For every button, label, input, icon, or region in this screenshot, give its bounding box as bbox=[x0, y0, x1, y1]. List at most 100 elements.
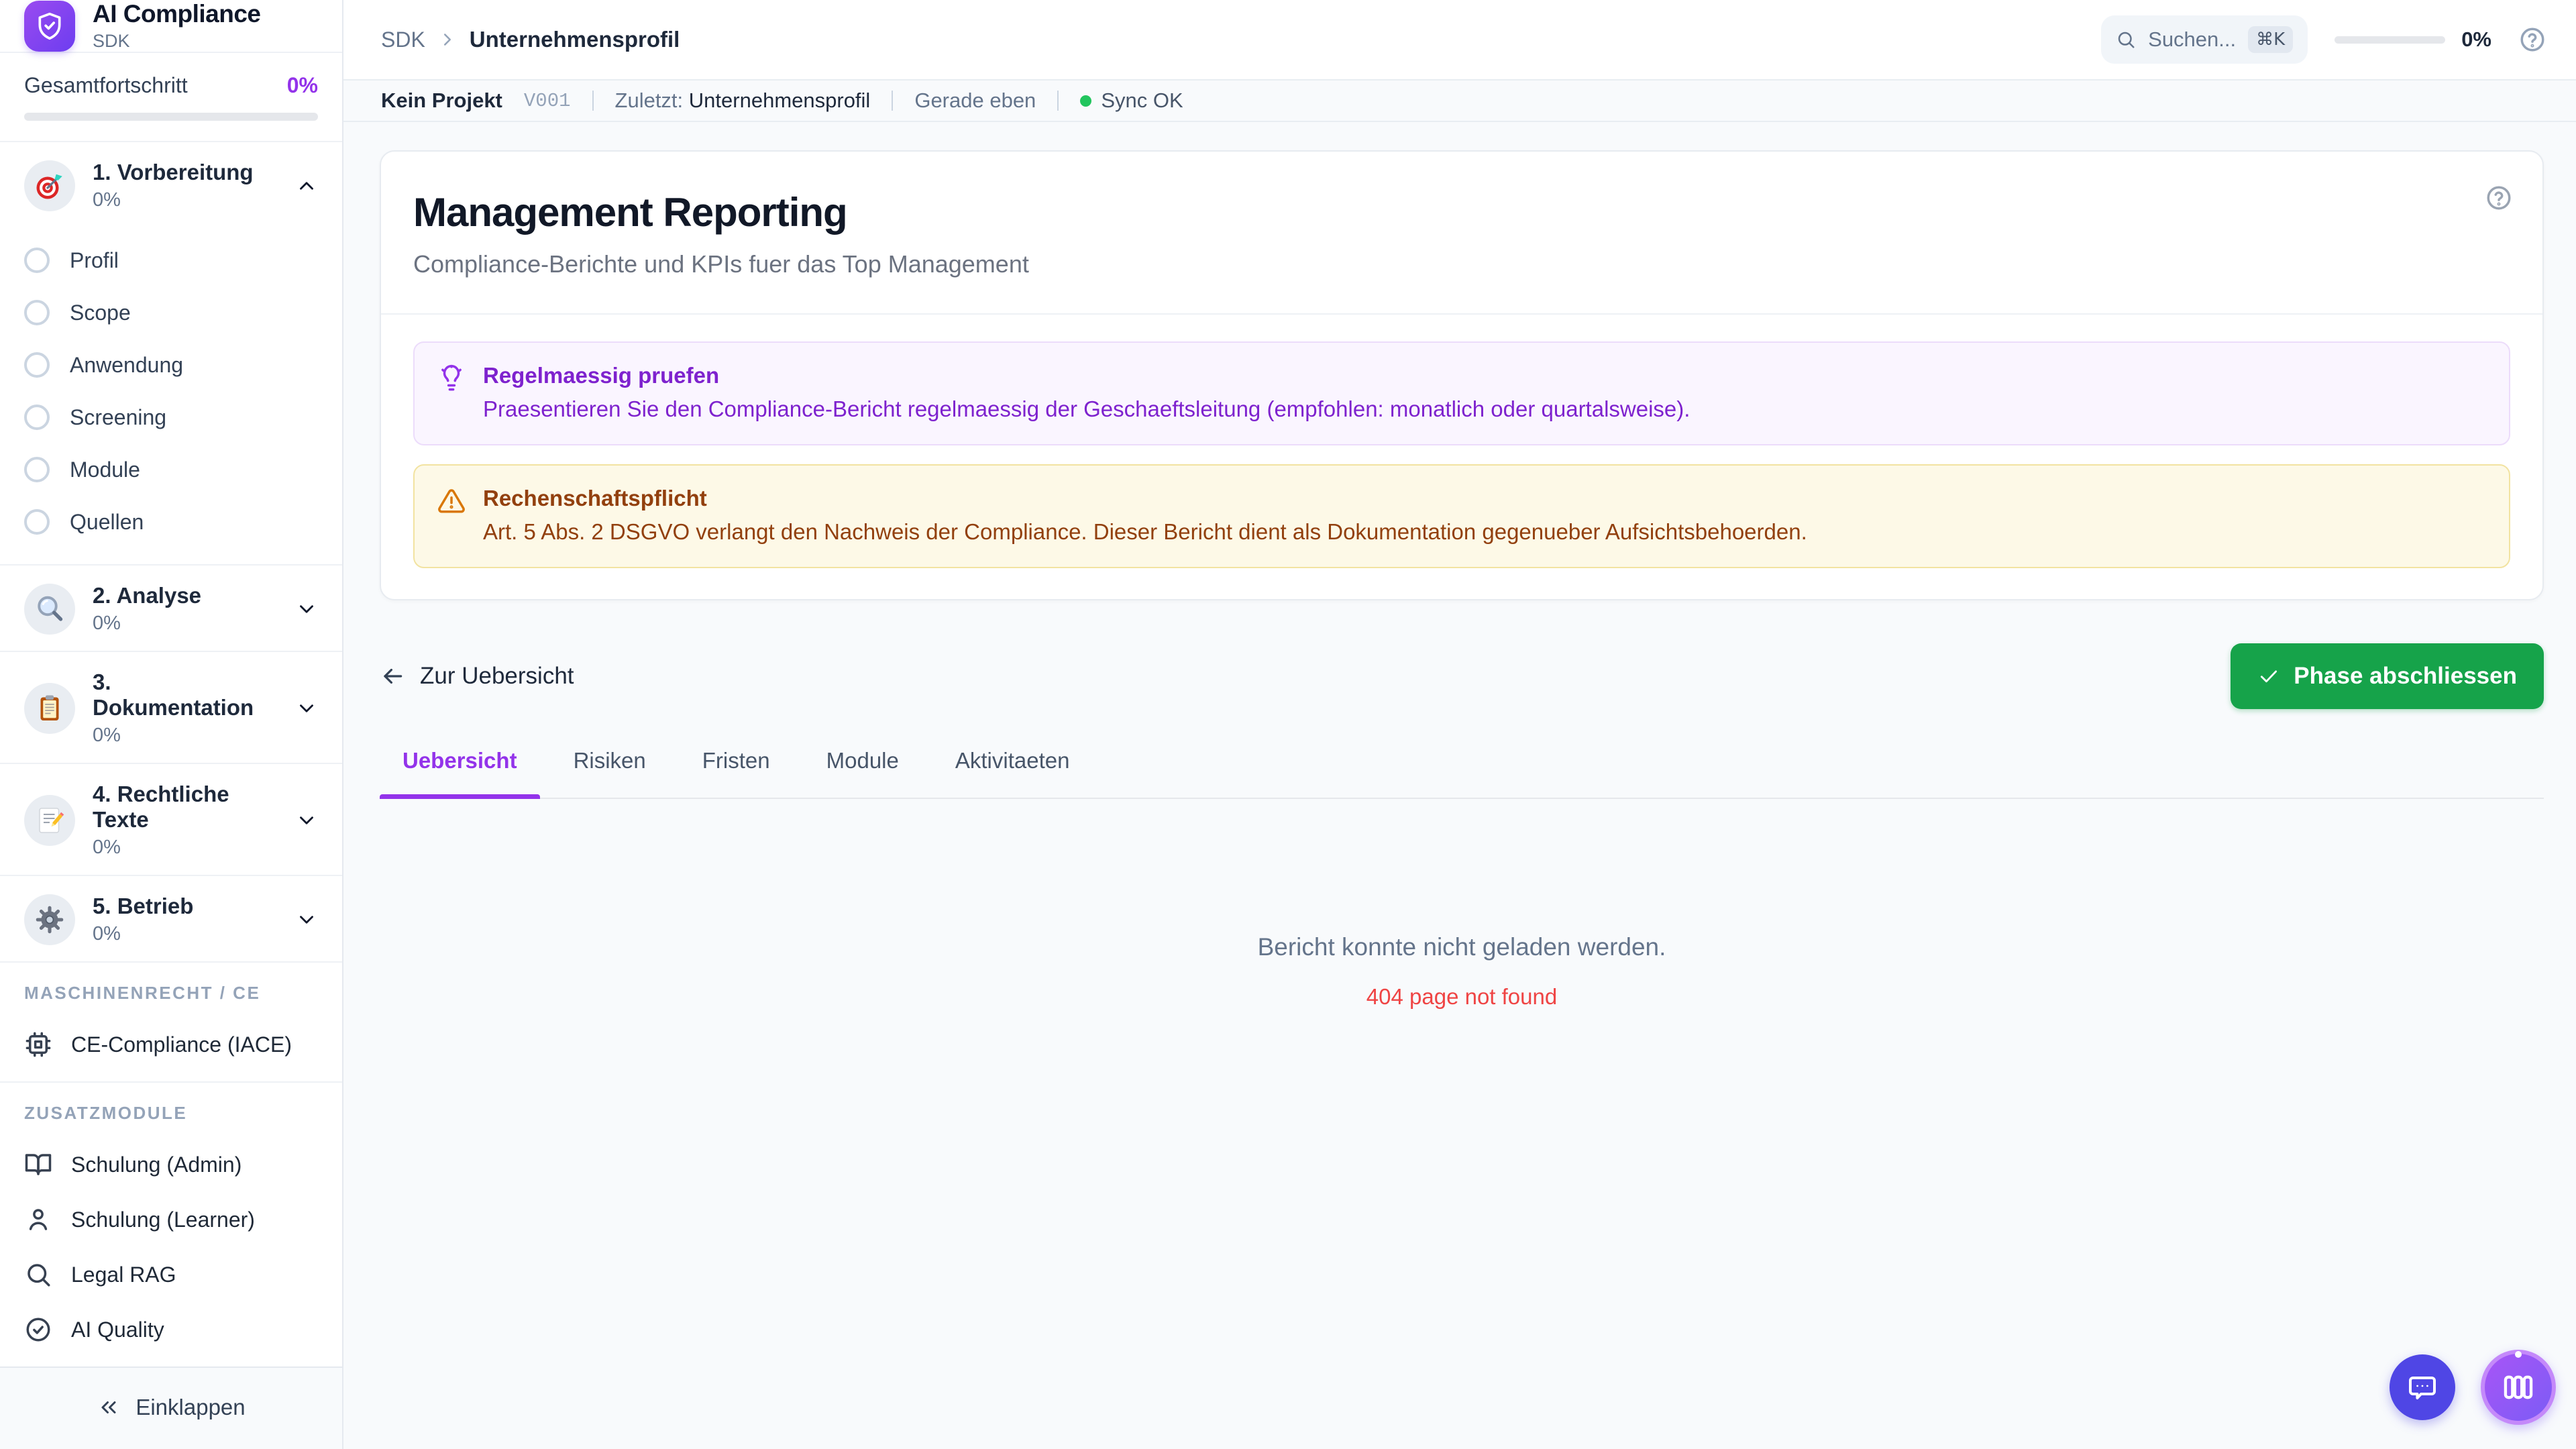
page-card-header: Management Reporting Compliance-Berichte… bbox=[381, 152, 2542, 313]
phase-label: 5. Betrieb bbox=[93, 894, 194, 918]
tab-uebersicht[interactable]: Uebersicht bbox=[380, 748, 540, 799]
phase-row-vorbereitung[interactable]: 1. Vorbereitung 0% bbox=[24, 160, 318, 211]
phase-label: 3. Dokumentation bbox=[93, 669, 254, 720]
phase-row-dokumentation[interactable]: 3. Dokumentation 0% bbox=[24, 669, 318, 747]
tip-notice-text: Praesentieren Sie den Compliance-Bericht… bbox=[483, 396, 1690, 421]
actions-row: Zur Uebersicht Phase abschliessen bbox=[380, 643, 2544, 709]
section-zusatzmodule: ZUSATZMODULE Schulung (Admin) Schulung (… bbox=[0, 1083, 342, 1366]
sidebar-item-legal-rag[interactable]: Legal RAG bbox=[24, 1247, 318, 1302]
step-status-circle bbox=[24, 300, 50, 325]
chevron-down-icon bbox=[295, 697, 318, 720]
page-title: Management Reporting bbox=[413, 190, 848, 235]
phase-row-betrieb[interactable]: 5. Betrieb 0% bbox=[24, 894, 318, 945]
phase-block-analyse: 2. Analyse 0% bbox=[0, 566, 342, 652]
tip-notice-title: Regelmaessig pruefen bbox=[483, 363, 720, 388]
check-icon bbox=[2261, 670, 2277, 682]
notification-dot bbox=[2515, 1351, 2522, 1358]
collapse-sidebar-button[interactable]: Einklappen bbox=[97, 1395, 246, 1420]
phase-block-vorbereitung: 1. Vorbereitung 0% Profil Scope Anwendun… bbox=[0, 142, 342, 566]
phase-block-betrieb: 5. Betrieb 0% bbox=[0, 876, 342, 963]
header-progress-bar bbox=[2334, 36, 2446, 44]
app-brand: AI Compliance SDK bbox=[0, 0, 342, 53]
tab-module[interactable]: Module bbox=[804, 748, 922, 798]
warning-notice-text: Art. 5 Abs. 2 DSGVO verlangt den Nachwei… bbox=[483, 519, 1807, 544]
sidebar: AI Compliance SDK Gesamtfortschritt 0% 1… bbox=[0, 0, 343, 1449]
chevron-up-icon bbox=[295, 174, 318, 197]
help-circle-icon bbox=[2520, 28, 2544, 52]
target-emoji-icon bbox=[24, 160, 75, 211]
search-input[interactable]: Suchen... ⌘K bbox=[2101, 15, 2308, 64]
step-scope[interactable]: Scope bbox=[24, 286, 318, 339]
sidebar-item-ce-compliance[interactable]: CE-Compliance (IACE) bbox=[24, 1017, 318, 1072]
columns-icon bbox=[2504, 1375, 2533, 1399]
project-status: Kein Projekt bbox=[381, 89, 502, 112]
clipboard-emoji-icon bbox=[24, 682, 75, 734]
lightbulb-icon bbox=[441, 364, 462, 391]
tip-notice: Regelmaessig pruefen Praesentieren Sie d… bbox=[413, 341, 2510, 445]
search-placeholder: Suchen... bbox=[2148, 28, 2237, 51]
phase-row-analyse[interactable]: 2. Analyse 0% bbox=[24, 583, 318, 635]
step-module[interactable]: Module bbox=[24, 443, 318, 496]
overall-progress-label: Gesamtfortschritt bbox=[24, 73, 188, 97]
chat-fab-button[interactable] bbox=[2390, 1354, 2455, 1420]
breadcrumb-current: Unternehmensprofil bbox=[469, 27, 680, 52]
magnifier-emoji-icon bbox=[24, 583, 75, 635]
empty-state: Bericht konnte nicht geladen werden. 404… bbox=[380, 799, 2544, 1010]
step-profil[interactable]: Profil bbox=[24, 234, 318, 286]
step-quellen[interactable]: Quellen bbox=[24, 496, 318, 548]
app-logo bbox=[24, 0, 75, 52]
app-title: AI Compliance bbox=[93, 0, 261, 28]
sidebar-item-ai-quality[interactable]: AI Quality bbox=[24, 1302, 318, 1357]
memo-emoji-icon bbox=[24, 794, 75, 846]
overall-progress-percent: 0% bbox=[286, 73, 318, 97]
chat-bubble-icon bbox=[2409, 1377, 2436, 1399]
version-badge: V001 bbox=[523, 89, 571, 112]
sidebar-item-schulung-learner[interactable]: Schulung (Learner) bbox=[24, 1192, 318, 1247]
help-button[interactable] bbox=[2518, 25, 2546, 54]
app-subtitle: SDK bbox=[93, 31, 130, 51]
page-help-button[interactable] bbox=[2485, 184, 2513, 212]
chevron-down-icon bbox=[295, 908, 318, 931]
divider bbox=[592, 91, 594, 111]
step-anwendung[interactable]: Anwendung bbox=[24, 339, 318, 391]
step-status-circle bbox=[24, 248, 50, 273]
layout-fab-button[interactable] bbox=[2481, 1350, 2556, 1425]
section-header: MASCHINENRECHT / CE bbox=[24, 983, 261, 1003]
last-edited: Zuletzt: Unternehmensprofil bbox=[614, 89, 871, 112]
phase-label: 4. Rechtliche Texte bbox=[93, 782, 229, 832]
alert-triangle-icon bbox=[438, 489, 465, 513]
tab-aktivitaeten[interactable]: Aktivitaeten bbox=[932, 748, 1093, 798]
breadcrumb-root[interactable]: SDK bbox=[381, 28, 425, 52]
statusbar: Kein Projekt V001 Zuletzt: Unternehmensp… bbox=[343, 79, 2576, 122]
phase-row-rechtliche-texte[interactable]: 4. Rechtliche Texte 0% bbox=[24, 782, 318, 859]
empty-state-message: Bericht konnte nicht geladen werden. bbox=[1257, 932, 1666, 961]
section-header: ZUSATZMODULE bbox=[24, 1103, 188, 1123]
check-circle-icon bbox=[26, 1318, 50, 1342]
warning-notice: Rechenschaftspflicht Art. 5 Abs. 2 DSGVO… bbox=[413, 464, 2510, 568]
main-area: SDK Unternehmensprofil Suchen... ⌘K 0% K… bbox=[343, 0, 2576, 1449]
gear-emoji-icon bbox=[24, 894, 75, 945]
divider bbox=[892, 91, 894, 111]
tab-risiken[interactable]: Risiken bbox=[551, 748, 669, 798]
page-subtitle: Compliance-Berichte und KPIs fuer das To… bbox=[413, 250, 1029, 278]
back-to-overview-link[interactable]: Zur Uebersicht bbox=[380, 663, 574, 690]
page-card-body: Regelmaessig pruefen Praesentieren Sie d… bbox=[381, 313, 2542, 599]
sidebar-item-schulung-admin[interactable]: Schulung (Admin) bbox=[24, 1137, 318, 1192]
tab-fristen[interactable]: Fristen bbox=[680, 748, 793, 798]
step-status-circle bbox=[24, 352, 50, 378]
step-status-circle bbox=[24, 457, 50, 482]
chevron-down-icon bbox=[295, 598, 318, 621]
step-screening[interactable]: Screening bbox=[24, 391, 318, 443]
phase-steps: Profil Scope Anwendung Screening Module … bbox=[24, 234, 318, 548]
sync-status: Sync OK bbox=[1080, 89, 1183, 113]
chevron-right-icon bbox=[437, 30, 458, 50]
content-area: Management Reporting Compliance-Berichte… bbox=[343, 122, 2576, 1449]
last-saved-time: Gerade eben bbox=[914, 89, 1036, 112]
complete-phase-button[interactable]: Phase abschliessen bbox=[2231, 643, 2544, 709]
book-open-icon bbox=[25, 1154, 52, 1175]
help-circle-icon bbox=[2487, 186, 2511, 210]
phase-percent: 0% bbox=[93, 189, 121, 211]
phase-percent: 0% bbox=[93, 724, 121, 746]
phase-label: 1. Vorbereitung bbox=[93, 160, 254, 184]
divider bbox=[1057, 91, 1059, 111]
